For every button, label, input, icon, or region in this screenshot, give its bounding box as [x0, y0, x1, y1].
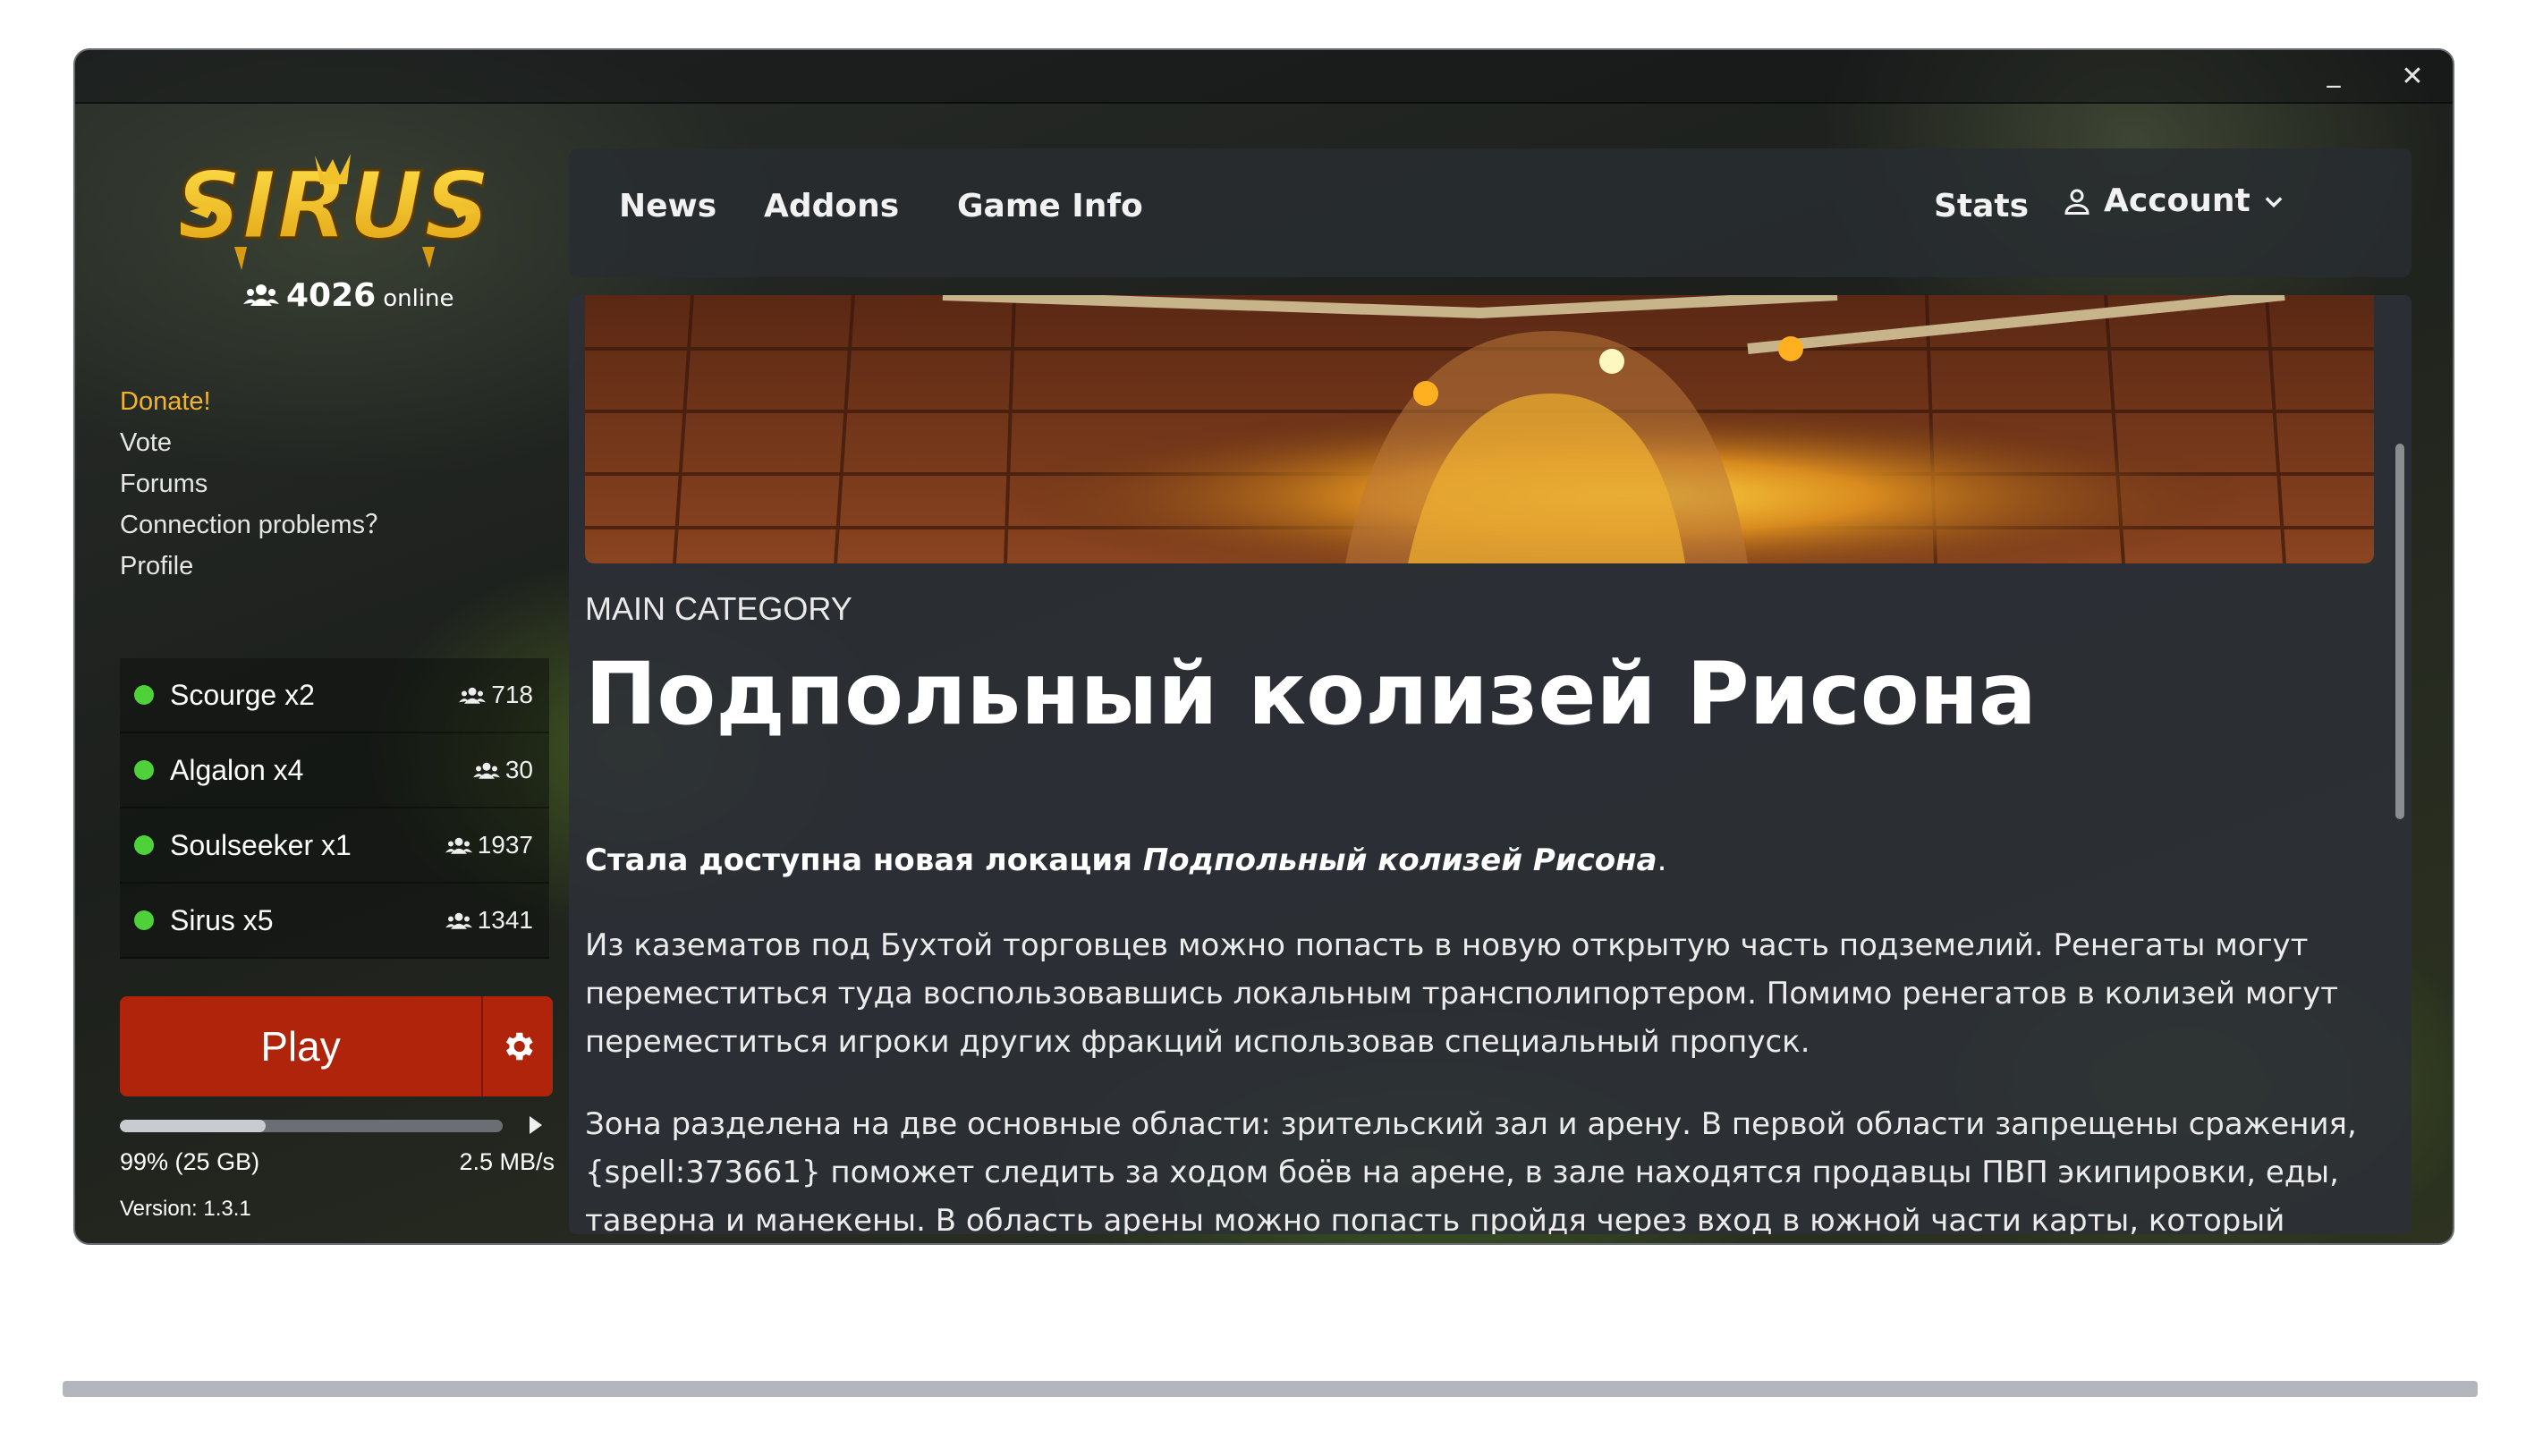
- server-population: 1937: [445, 831, 533, 859]
- online-counter: 4026 online: [243, 277, 454, 314]
- launcher-window: _ ✕ SIRUS 4026 online Donate! Vote Forum…: [73, 48, 2454, 1245]
- scrollbar-thumb[interactable]: [2395, 444, 2404, 819]
- server-list: Scourge x2 718 Algalon x4 30 Soulseeker …: [120, 658, 549, 959]
- forums-link[interactable]: Forums: [120, 463, 391, 504]
- donate-link[interactable]: Donate!: [120, 381, 391, 422]
- minimize-button[interactable]: _: [2311, 57, 2356, 97]
- sirus-logo: SIRUS: [181, 150, 485, 270]
- nav-account[interactable]: Account: [2061, 182, 2286, 219]
- play-button[interactable]: Play: [120, 996, 481, 1096]
- users-icon: [472, 762, 500, 779]
- server-player-count: 718: [491, 681, 533, 708]
- play-settings-button[interactable]: [481, 996, 553, 1096]
- online-status-dot: [134, 685, 154, 705]
- article-paragraph: Зона разделена на две основные области: …: [585, 1106, 2357, 1234]
- account-label: Account: [2104, 182, 2251, 219]
- gear-icon: [505, 1032, 533, 1061]
- server-item[interactable]: Sirus x5 1341: [120, 884, 549, 959]
- top-nav: News Addons Game Info Stats Account: [569, 148, 2412, 277]
- users-icon: [459, 687, 487, 704]
- server-name: Scourge x2: [170, 678, 315, 711]
- nav-news[interactable]: News: [619, 188, 716, 224]
- sidebar-links: Donate! Vote Forums Connection problems？…: [120, 381, 391, 587]
- users-icon: [445, 912, 472, 929]
- lead-italic-text: Подпольный колизей Рисона: [1142, 842, 1657, 878]
- server-item[interactable]: Algalon x4 30: [120, 733, 549, 808]
- online-status-dot: [134, 835, 154, 855]
- nav-game-info[interactable]: Game Info: [957, 188, 1143, 224]
- online-status-dot: [134, 910, 154, 930]
- user-icon: [2064, 189, 2089, 215]
- nav-addons[interactable]: Addons: [764, 188, 899, 224]
- article-category: MAIN CATEGORY: [585, 590, 852, 627]
- download-progress-fill: [120, 1120, 266, 1132]
- version-label: Version: 1.3.1: [120, 1197, 251, 1221]
- connection-problems-link[interactable]: Connection problems？: [120, 504, 391, 546]
- news-article: MAIN CATEGORY Подпольный колизей Рисона …: [569, 295, 2412, 1234]
- server-population: 718: [459, 681, 533, 709]
- online-count: 4026: [286, 277, 377, 314]
- chevron-down-icon: [2265, 196, 2283, 207]
- users-icon: [243, 284, 279, 306]
- server-player-count: 30: [504, 756, 533, 783]
- play-group: Play: [120, 996, 553, 1096]
- close-button[interactable]: ✕: [2390, 57, 2435, 97]
- download-progress-bar: [120, 1120, 503, 1132]
- online-label: online: [383, 285, 454, 312]
- server-name: Soulseeker x1: [170, 828, 352, 861]
- server-population: 30: [472, 756, 533, 784]
- server-player-count: 1341: [477, 906, 533, 934]
- download-speed: 2.5 MB/s: [459, 1148, 555, 1175]
- profile-link[interactable]: Profile: [120, 546, 391, 587]
- download-size: 99% (25 GB): [120, 1148, 260, 1175]
- users-icon: [445, 837, 472, 854]
- vote-link[interactable]: Vote: [120, 422, 391, 463]
- online-status-dot: [134, 760, 154, 780]
- article-title: Подпольный колизей Рисона: [585, 644, 2037, 744]
- nav-stats[interactable]: Stats: [1934, 188, 2029, 224]
- article-banner-image: [585, 295, 2374, 563]
- article-lead: Стала доступна новая локация Подпольный …: [585, 842, 1666, 878]
- server-population: 1341: [445, 906, 533, 935]
- lead-bold-text: Стала доступна новая локация: [585, 842, 1143, 878]
- server-player-count: 1937: [477, 831, 533, 859]
- server-item[interactable]: Soulseeker x1 1937: [120, 808, 549, 884]
- title-bar[interactable]: _ ✕: [75, 50, 2453, 104]
- article-paragraph: Из казематов под Бухтой торговцев можно …: [585, 927, 2339, 1060]
- lead-end: .: [1657, 842, 1667, 878]
- server-name: Algalon x4: [170, 753, 304, 786]
- page-scrollbar[interactable]: [63, 1381, 2478, 1397]
- server-item[interactable]: Scourge x2 718: [120, 658, 549, 733]
- resume-download-icon[interactable]: [530, 1116, 542, 1134]
- server-name: Sirus x5: [170, 903, 274, 936]
